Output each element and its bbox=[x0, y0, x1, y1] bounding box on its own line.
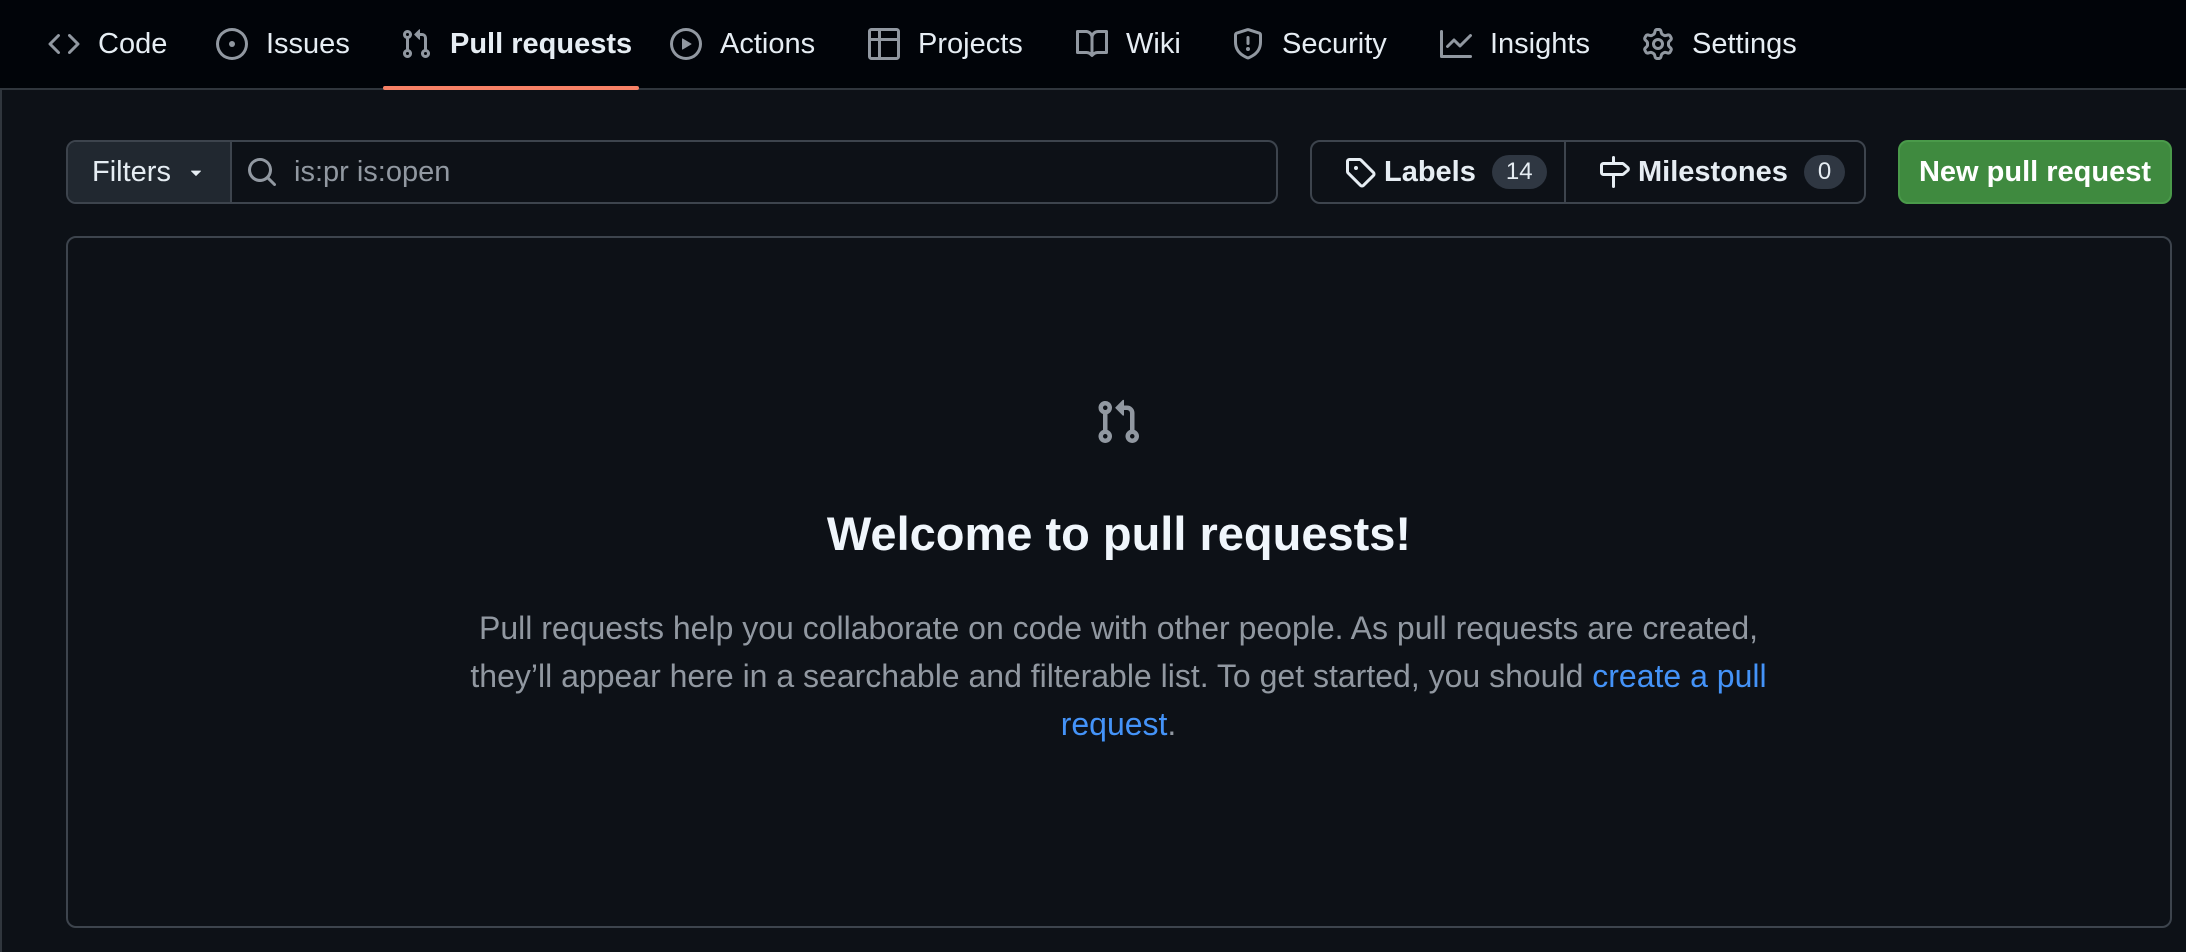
git-pull-request-icon bbox=[400, 28, 432, 60]
tab-label: Insights bbox=[1490, 27, 1590, 60]
blankslate-description: Pull requests help you collaborate on co… bbox=[445, 604, 1792, 748]
table-icon bbox=[868, 28, 900, 60]
tab-label: Projects bbox=[918, 27, 1023, 60]
triangle-down-icon bbox=[185, 161, 207, 183]
tab-security[interactable]: Security bbox=[1232, 0, 1387, 88]
blankslate-panel bbox=[66, 236, 2172, 928]
tab-issues[interactable]: Issues bbox=[216, 0, 350, 88]
tab-wiki[interactable]: Wiki bbox=[1076, 0, 1181, 88]
milestones-button[interactable]: Milestones 0 bbox=[1566, 142, 1864, 202]
search-wrapper bbox=[232, 142, 1276, 202]
labels-label: Labels bbox=[1384, 155, 1476, 188]
labels-count-badge: 14 bbox=[1491, 155, 1547, 189]
tab-insights[interactable]: Insights bbox=[1440, 0, 1590, 88]
milestones-label: Milestones bbox=[1638, 155, 1788, 188]
description-suffix: . bbox=[1167, 706, 1177, 742]
tab-label: Code bbox=[98, 27, 168, 60]
tab-label: Pull requests bbox=[450, 27, 633, 60]
tab-code[interactable]: Code bbox=[48, 0, 167, 88]
milestone-icon bbox=[1598, 156, 1630, 188]
blankslate-title: Welcome to pull requests! bbox=[826, 507, 1412, 560]
description-text: Pull requests help you collaborate on co… bbox=[470, 610, 1758, 694]
gear-icon bbox=[1642, 28, 1674, 60]
tab-pull-requests[interactable]: Pull requests bbox=[400, 0, 632, 88]
shield-icon bbox=[1232, 28, 1264, 60]
labels-button[interactable]: Labels 14 bbox=[1312, 142, 1566, 202]
search-icon bbox=[246, 156, 278, 188]
labels-milestones-group: Labels 14 Milestones 0 bbox=[1310, 140, 1866, 204]
tab-label: Issues bbox=[266, 27, 350, 60]
issue-opened-icon bbox=[216, 28, 248, 60]
tab-actions[interactable]: Actions bbox=[670, 0, 815, 88]
play-icon bbox=[670, 28, 702, 60]
tag-icon bbox=[1344, 156, 1376, 188]
tab-settings[interactable]: Settings bbox=[1642, 0, 1797, 88]
tab-label: Actions bbox=[720, 27, 816, 60]
tab-projects[interactable]: Projects bbox=[868, 0, 1023, 88]
new-pull-request-button[interactable]: New pull request bbox=[1898, 140, 2172, 204]
page-edge bbox=[0, 90, 2, 952]
book-icon bbox=[1076, 28, 1108, 60]
selected-tab-indicator bbox=[383, 86, 639, 90]
tab-label: Security bbox=[1282, 27, 1387, 60]
code-icon bbox=[48, 28, 80, 60]
tab-label: Settings bbox=[1692, 27, 1797, 60]
git-pull-request-icon bbox=[1094, 398, 1142, 446]
filters-button[interactable]: Filters bbox=[68, 142, 232, 202]
tab-label: Wiki bbox=[1126, 27, 1181, 60]
filter-search-group: Filters bbox=[66, 140, 1278, 204]
repo-nav: Code Issues Pull requests Actions Projec… bbox=[0, 0, 2186, 90]
search-input[interactable] bbox=[294, 142, 1276, 202]
milestones-count-badge: 0 bbox=[1803, 155, 1846, 189]
graph-icon bbox=[1440, 28, 1472, 60]
filters-label: Filters bbox=[92, 155, 171, 188]
